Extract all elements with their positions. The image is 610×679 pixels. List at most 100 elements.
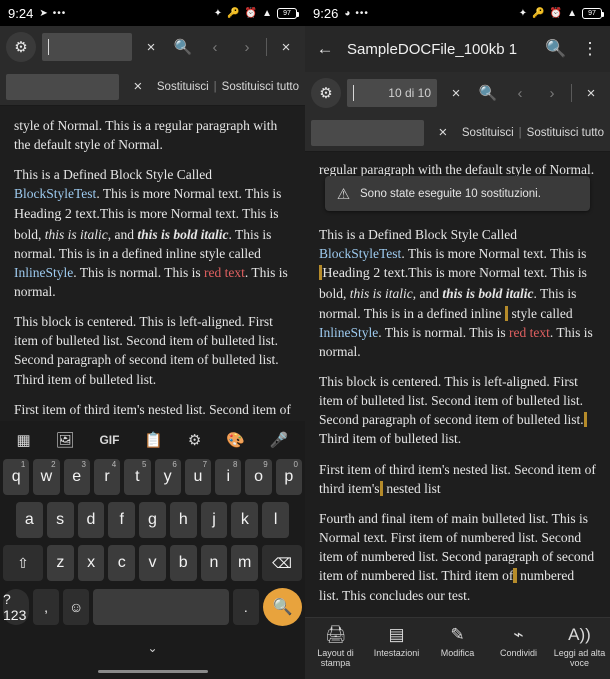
backspace-key[interactable]: ⌫ <box>261 545 303 581</box>
apps-icon[interactable]: ▦ <box>16 431 30 449</box>
sticker-icon[interactable]: 🖼 <box>56 431 75 449</box>
next-match-button[interactable]: › <box>234 32 260 62</box>
clear-replace-icon[interactable]: × <box>125 72 151 102</box>
mic-icon[interactable]: 🎤 <box>270 431 289 449</box>
prev-match-button[interactable]: ‹ <box>507 78 533 108</box>
space-key[interactable] <box>93 589 229 625</box>
tab-print-layout[interactable]: 🖨 Layout di stampa <box>306 625 366 669</box>
replace-all-button[interactable]: Sostituisci tutto <box>222 81 299 93</box>
replace-all-button[interactable]: Sostituisci tutto <box>527 127 604 139</box>
back-button[interactable]: ← <box>313 39 337 59</box>
key-j[interactable]: j <box>200 502 228 538</box>
gear-icon[interactable]: ⚙ <box>311 78 341 108</box>
right-replace-bar: × Sostituisci | Sostituisci tutto <box>305 114 610 152</box>
gear-icon[interactable]: ⚙ <box>6 32 36 62</box>
key-b[interactable]: b <box>169 545 197 581</box>
theme-icon[interactable]: 🎨 <box>226 431 245 449</box>
clear-replace-icon[interactable]: × <box>430 118 456 148</box>
key-s[interactable]: s <box>46 502 74 538</box>
key-r[interactable]: 4r <box>93 459 121 495</box>
key-number: 2 <box>51 460 56 469</box>
prev-match-button[interactable]: ‹ <box>202 32 228 62</box>
key-label: t <box>135 468 140 485</box>
replace-one-button[interactable]: Sostituisci <box>157 81 209 93</box>
shift-key[interactable]: ⇧ <box>3 545 44 581</box>
tab-edit[interactable]: ✎ Modifica <box>428 625 488 658</box>
period-key[interactable]: . <box>232 589 259 625</box>
key-label: w <box>40 468 53 485</box>
bottom-tab-bar: 🖨 Layout di stampa ▤ Intestazioni ✎ Modi… <box>305 617 610 679</box>
share-icon: ⌁ <box>513 625 524 644</box>
key-n[interactable]: n <box>200 545 228 581</box>
key-x[interactable]: x <box>77 545 105 581</box>
hide-keyboard-button[interactable]: ⌄ <box>0 633 305 663</box>
next-match-button[interactable]: › <box>539 78 565 108</box>
overflow-menu-button[interactable]: ⋮ <box>578 39 602 59</box>
clear-find-icon[interactable]: × <box>138 32 164 62</box>
settings-icon[interactable]: ⚙ <box>188 431 201 449</box>
tab-label: Condividi <box>499 648 538 658</box>
key-z[interactable]: z <box>47 545 74 581</box>
key-d[interactable]: d <box>77 502 105 538</box>
key-p[interactable]: 0p <box>275 459 302 495</box>
key-g[interactable]: g <box>139 502 166 538</box>
key-a[interactable]: a <box>15 502 43 538</box>
key-y[interactable]: 6y <box>154 459 181 495</box>
alarm-icon: ⏰ <box>244 7 258 19</box>
replace-input[interactable] <box>311 119 424 146</box>
key-number: 1 <box>20 460 26 469</box>
key-number: 9 <box>263 460 268 469</box>
key-q[interactable]: 1q <box>3 459 30 495</box>
paragraph-text: . This is normal. This is <box>378 324 510 340</box>
search-icon[interactable]: 🔍 <box>262 588 303 626</box>
key-e[interactable]: 3e <box>63 459 90 495</box>
key-c[interactable]: c <box>108 545 136 581</box>
key-number: 7 <box>202 460 208 469</box>
close-find-button[interactable]: × <box>273 32 299 62</box>
find-input[interactable] <box>42 33 132 61</box>
search-icon[interactable]: 🔍 <box>544 39 568 59</box>
key-t[interactable]: 5t <box>124 459 151 495</box>
paragraph-text: This is a Defined Block Style Called <box>14 167 212 183</box>
left-document-body[interactable]: style of Normal. This is a regular parag… <box>0 106 305 439</box>
heading2-text: Heading 2 text. <box>14 206 100 222</box>
close-find-button[interactable]: × <box>578 78 604 108</box>
key-w[interactable]: 2w <box>33 459 60 495</box>
key-number: 6 <box>172 460 177 469</box>
symbols-key[interactable]: ?123 <box>3 589 30 625</box>
find-input[interactable]: 10 di 10 <box>347 79 437 107</box>
key-u[interactable]: 7u <box>184 459 212 495</box>
key-h[interactable]: h <box>169 502 197 538</box>
search-icon[interactable]: 🔍 <box>475 78 501 108</box>
keyboard-row-1: 1q 2w 3e 4r 5t 6y 7u 8i 9o 0p <box>0 459 305 495</box>
home-indicator[interactable] <box>0 663 305 679</box>
tab-share[interactable]: ⌁ Condividi <box>489 625 549 658</box>
replace-input[interactable] <box>6 73 119 100</box>
gif-icon[interactable]: GIF <box>99 433 119 447</box>
key-k[interactable]: k <box>231 502 259 538</box>
key-i[interactable]: 8i <box>215 459 242 495</box>
paragraph: This block is centered. This is left-ali… <box>14 312 291 389</box>
search-icon[interactable]: 🔍 <box>170 32 196 62</box>
clipboard-icon[interactable]: 📋 <box>144 431 163 449</box>
key-label: r <box>104 468 110 485</box>
key-l[interactable]: l <box>262 502 290 538</box>
comma-key[interactable]: , <box>33 589 60 625</box>
right-document-body[interactable]: regular paragraph with the default style… <box>305 152 610 605</box>
paragraph: Fourth and final item of main bulleted l… <box>319 509 596 605</box>
replace-separator: | <box>518 126 522 139</box>
keyboard-row-3: ⇧ z x c v b n m ⌫ <box>0 545 305 581</box>
on-screen-keyboard: ▦ 🖼 GIF 📋 ⚙ 🎨 🎤 1q 2w 3e 4r 5t 6y 7u 8i … <box>0 421 305 679</box>
key-m[interactable]: m <box>231 545 258 581</box>
key-f[interactable]: f <box>108 502 136 538</box>
text-caret <box>48 39 49 55</box>
tab-headings[interactable]: ▤ Intestazioni <box>367 625 427 658</box>
replace-one-button[interactable]: Sostituisci <box>462 127 514 139</box>
italic-text: this is italic <box>349 286 413 302</box>
key-v[interactable]: v <box>139 545 166 581</box>
emoji-key[interactable]: ☺ <box>63 589 90 625</box>
italic-text: this is italic <box>44 226 108 242</box>
clear-find-icon[interactable]: × <box>443 78 469 108</box>
key-o[interactable]: 9o <box>245 459 272 495</box>
tab-read-aloud[interactable]: A)) Leggi ad alta voce <box>550 625 610 669</box>
